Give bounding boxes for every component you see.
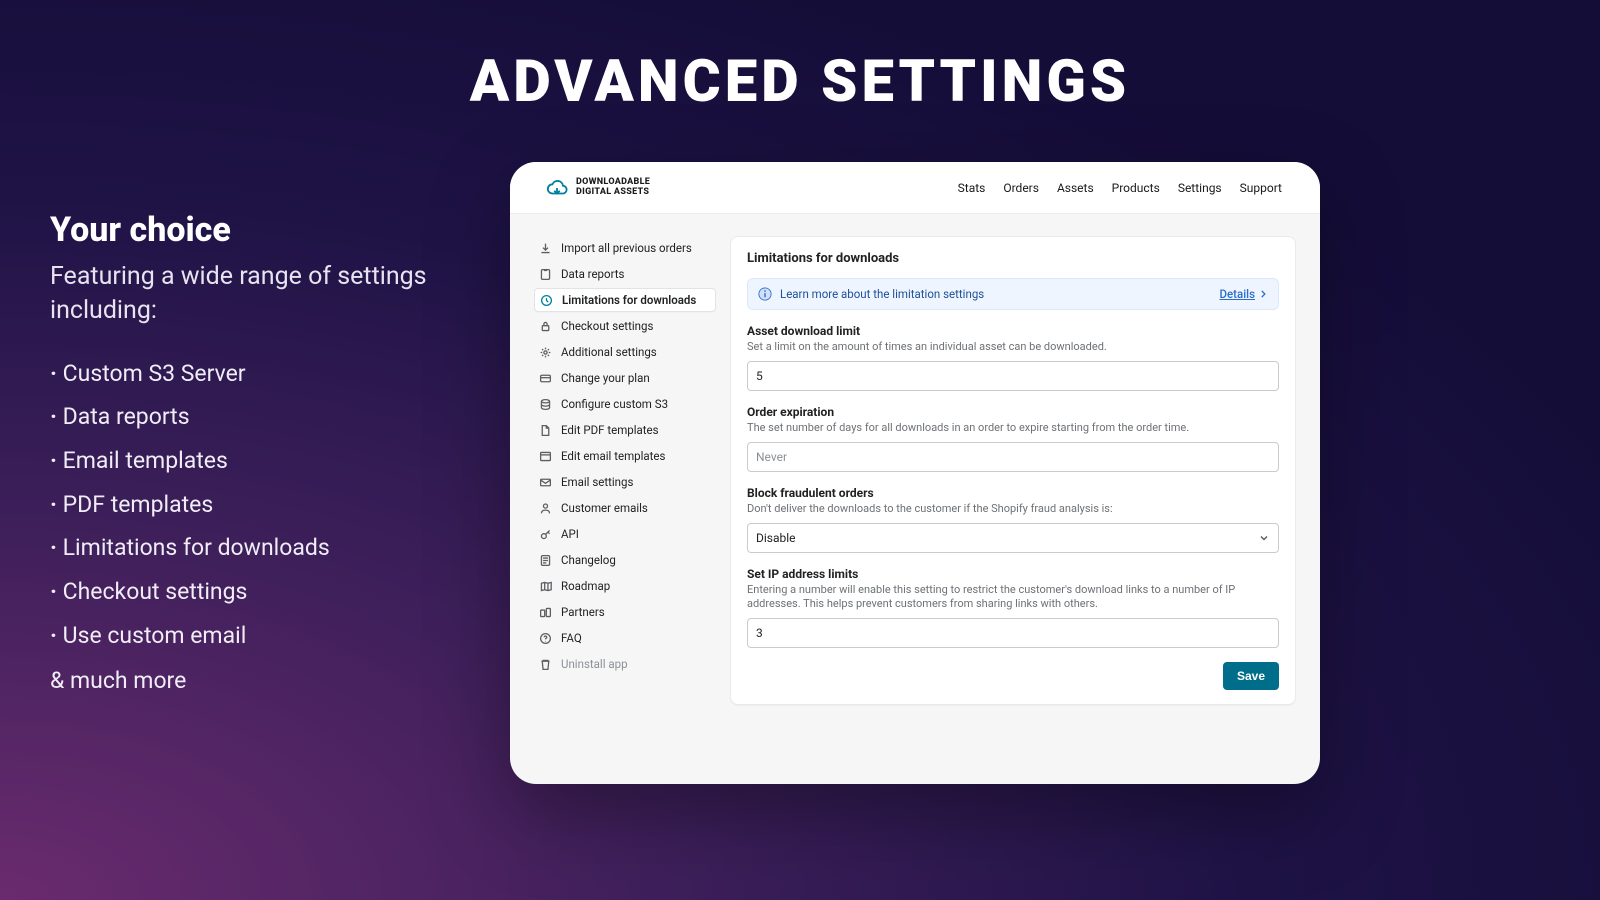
download-icon <box>538 241 552 255</box>
sidebar-item-label: Import all previous orders <box>561 241 692 255</box>
app-header: DOWNLOADABLE DIGITAL ASSETS Stats Orders… <box>510 162 1320 214</box>
key-icon <box>538 527 552 541</box>
map-icon <box>538 579 552 593</box>
asset-limit-input[interactable]: 5 <box>747 361 1279 391</box>
sidebar-item-limitations[interactable]: Limitations for downloads <box>534 288 716 312</box>
sidebar-item-uninstall[interactable]: Uninstall app <box>534 652 716 676</box>
sidebar-item-label: Checkout settings <box>561 319 653 333</box>
promo-feature-list: Custom S3 Server Data reports Email temp… <box>50 352 490 658</box>
order-expiration-help: The set number of days for all downloads… <box>747 421 1279 436</box>
sidebar-item-label: Customer emails <box>561 501 648 515</box>
faq-icon <box>538 631 552 645</box>
ip-limits-help: Entering a number will enable this setti… <box>747 583 1279 613</box>
hero-title: ADVANCED SETTINGS <box>0 48 1600 116</box>
top-nav: Stats Orders Assets Products Settings Su… <box>958 181 1282 195</box>
sidebar-item-label: Roadmap <box>561 579 610 593</box>
block-fraud-label: Block fraudulent orders <box>747 486 1279 500</box>
sidebar-item-label: Configure custom S3 <box>561 397 668 411</box>
banner-text: Learn more about the limitation settings <box>780 287 984 301</box>
sidebar-item-label: Uninstall app <box>561 657 628 671</box>
sidebar-item-change-plan[interactable]: Change your plan <box>534 366 716 390</box>
partners-icon <box>538 605 552 619</box>
settings-main: Limitations for downloads Learn more abo… <box>730 236 1296 768</box>
promo-feature-item: PDF templates <box>50 483 490 527</box>
nav-products[interactable]: Products <box>1112 181 1160 195</box>
promo-feature-item: Limitations for downloads <box>50 526 490 570</box>
promo-left-copy: Your choice Featuring a wide range of se… <box>50 210 490 694</box>
sidebar-item-email-settings[interactable]: Email settings <box>534 470 716 494</box>
order-expiration-label: Order expiration <box>747 405 1279 419</box>
layout-icon <box>538 449 552 463</box>
ip-limits-label: Set IP address limits <box>747 567 1279 581</box>
sidebar-item-faq[interactable]: FAQ <box>534 626 716 650</box>
promo-more: & much more <box>50 667 490 694</box>
file-icon <box>538 423 552 437</box>
ip-limits-input[interactable]: 3 <box>747 618 1279 648</box>
sidebar-item-checkout-settings[interactable]: Checkout settings <box>534 314 716 338</box>
promo-feature-item: Data reports <box>50 395 490 439</box>
sidebar-item-label: Additional settings <box>561 345 657 359</box>
sidebar-item-label: FAQ <box>561 631 582 645</box>
sidebar-item-configure-s3[interactable]: Configure custom S3 <box>534 392 716 416</box>
promo-feature-item: Custom S3 Server <box>50 352 490 396</box>
arrow-right-icon <box>1258 289 1268 299</box>
sidebar-item-label: Email settings <box>561 475 633 489</box>
asset-limit-label: Asset download limit <box>747 324 1279 338</box>
sidebar-item-label: Changelog <box>561 553 616 567</box>
sidebar-item-data-reports[interactable]: Data reports <box>534 262 716 286</box>
nav-settings[interactable]: Settings <box>1178 181 1222 195</box>
nav-orders[interactable]: Orders <box>1003 181 1039 195</box>
promo-feature-item: Use custom email <box>50 614 490 658</box>
save-button[interactable]: Save <box>1223 662 1279 690</box>
sidebar-item-additional-settings[interactable]: Additional settings <box>534 340 716 364</box>
sidebar-item-customer-emails[interactable]: Customer emails <box>534 496 716 520</box>
gear-icon <box>538 345 552 359</box>
info-icon <box>758 287 772 301</box>
brand-text: DOWNLOADABLE DIGITAL ASSETS <box>576 178 650 197</box>
nav-support[interactable]: Support <box>1240 181 1282 195</box>
sidebar-item-label: Change your plan <box>561 371 650 385</box>
order-expiration-input[interactable]: Never <box>747 442 1279 472</box>
promo-subtitle: Your choice <box>50 210 490 250</box>
block-fraud-help: Don't deliver the downloads to the custo… <box>747 502 1279 517</box>
sidebar-item-label: API <box>561 527 579 541</box>
app-window: DOWNLOADABLE DIGITAL ASSETS Stats Orders… <box>510 162 1320 784</box>
trash-icon <box>538 657 552 671</box>
db-icon <box>538 397 552 411</box>
promo-feature-item: Checkout settings <box>50 570 490 614</box>
info-banner[interactable]: Learn more about the limitation settings… <box>747 278 1279 310</box>
sidebar-item-label: Partners <box>561 605 605 619</box>
settings-sidebar: Import all previous orders Data reports Li… <box>534 236 716 768</box>
promo-desc: Featuring a wide range of settings inclu… <box>50 260 490 328</box>
log-icon <box>538 553 552 567</box>
block-fraud-select[interactable]: Disable <box>747 523 1279 553</box>
sidebar-item-changelog[interactable]: Changelog <box>534 548 716 572</box>
sidebar-item-label: Edit PDF templates <box>561 423 659 437</box>
limitations-panel: Limitations for downloads Learn more abo… <box>730 236 1296 705</box>
banner-details-link[interactable]: Details <box>1220 287 1268 301</box>
user-icon <box>538 501 552 515</box>
sidebar-item-partners[interactable]: Partners <box>534 600 716 624</box>
brand: DOWNLOADABLE DIGITAL ASSETS <box>546 177 650 199</box>
asset-limit-help: Set a limit on the amount of times an in… <box>747 340 1279 355</box>
nav-stats[interactable]: Stats <box>958 181 986 195</box>
promo-feature-item: Email templates <box>50 439 490 483</box>
clock-icon <box>539 293 553 307</box>
sidebar-item-import-orders[interactable]: Import all previous orders <box>534 236 716 260</box>
sidebar-item-label: Limitations for downloads <box>562 293 696 307</box>
sidebar-item-label: Edit email templates <box>561 449 665 463</box>
cloud-download-icon <box>546 177 568 199</box>
sidebar-item-label: Data reports <box>561 267 624 281</box>
card-icon <box>538 371 552 385</box>
panel-title: Limitations for downloads <box>747 251 1279 266</box>
sidebar-item-edit-pdf[interactable]: Edit PDF templates <box>534 418 716 442</box>
sidebar-item-edit-email-templates[interactable]: Edit email templates <box>534 444 716 468</box>
sidebar-item-api[interactable]: API <box>534 522 716 546</box>
chevron-down-icon <box>1258 532 1270 544</box>
report-icon <box>538 267 552 281</box>
mail-icon <box>538 475 552 489</box>
lock-icon <box>538 319 552 333</box>
sidebar-item-roadmap[interactable]: Roadmap <box>534 574 716 598</box>
nav-assets[interactable]: Assets <box>1057 181 1094 195</box>
